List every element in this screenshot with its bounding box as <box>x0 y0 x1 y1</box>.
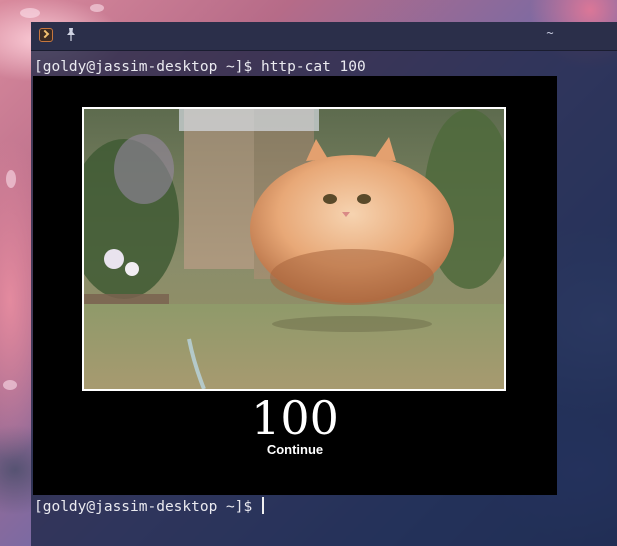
command-line: [goldy@jassim-desktop ~]$ http-cat 100 <box>34 59 366 75</box>
wallpaper-petal <box>90 4 104 12</box>
cat-photo <box>82 107 506 391</box>
terminal-icon[interactable] <box>39 28 53 42</box>
minimize-icon[interactable]: ~ <box>543 26 557 40</box>
cat-photo-illustration <box>84 109 504 389</box>
window-titlebar[interactable]: ~ <box>31 22 617 51</box>
wallpaper-petal <box>6 170 16 188</box>
wallpaper-petal <box>3 380 17 390</box>
status-text: Continue <box>266 442 324 457</box>
prompt-text: [goldy@jassim-desktop ~]$ <box>34 499 261 515</box>
terminal-window[interactable]: ~ [goldy@jassim-desktop ~]$ http-cat 100 <box>31 22 617 546</box>
wallpaper-petal <box>20 8 40 18</box>
prompt-line[interactable]: [goldy@jassim-desktop ~]$ <box>34 497 264 517</box>
pin-icon[interactable] <box>64 27 78 43</box>
text-cursor <box>261 497 264 514</box>
http-cat-output: 100 Continue <box>33 76 557 495</box>
status-code: 100 <box>251 391 339 445</box>
